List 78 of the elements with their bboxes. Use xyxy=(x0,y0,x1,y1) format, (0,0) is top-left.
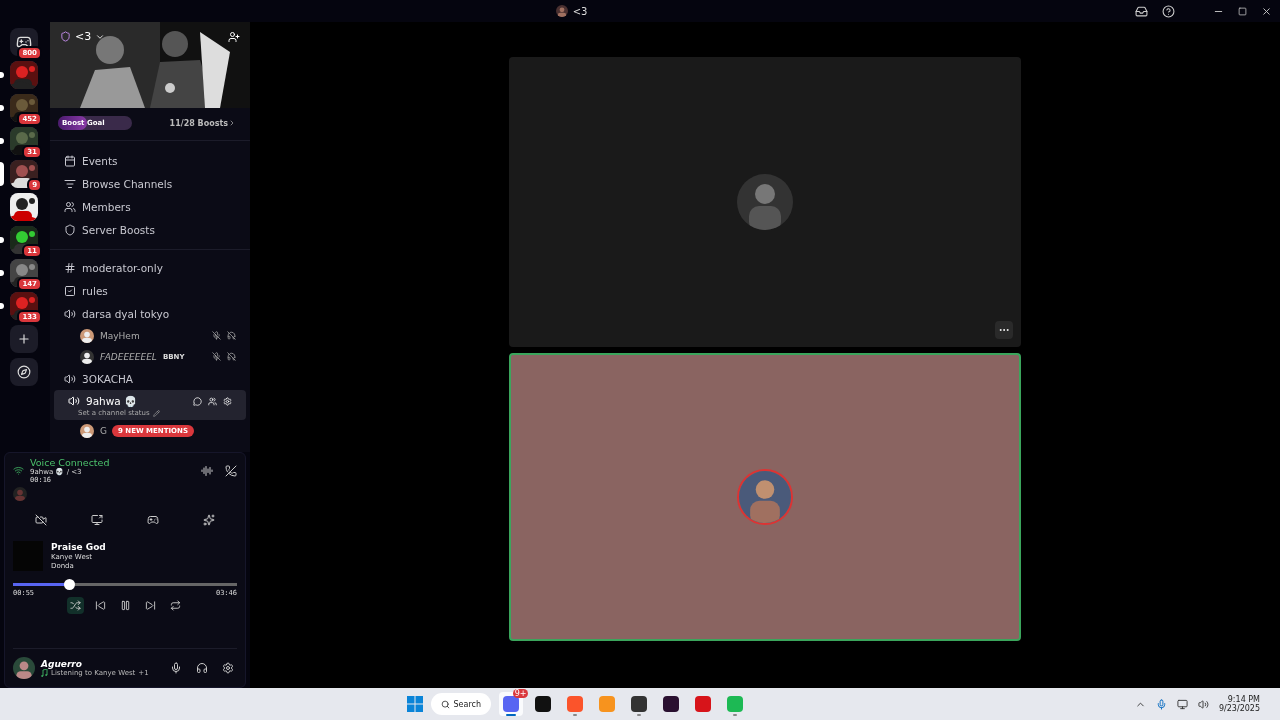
server-icon[interactable] xyxy=(10,160,38,188)
gamepad-icon xyxy=(147,514,159,526)
chevron-icon xyxy=(228,119,236,127)
signal-icon xyxy=(13,465,24,476)
screen-share-icon xyxy=(91,514,103,526)
menu-item[interactable]: Browse Channels xyxy=(54,172,246,195)
list-icon xyxy=(64,177,76,190)
channel-item[interactable]: moderator-only xyxy=(54,256,246,279)
help-icon[interactable] xyxy=(1162,4,1175,18)
menu-item[interactable]: Events xyxy=(54,149,246,172)
repeat-icon xyxy=(169,600,181,611)
speaker-icon xyxy=(64,372,76,385)
boost-count[interactable]: 11/28 Boosts xyxy=(169,118,228,128)
server-icon[interactable] xyxy=(10,193,38,221)
server-icon[interactable] xyxy=(10,226,38,254)
channel-item[interactable]: darsa dyal tokyo xyxy=(54,302,246,325)
song-title: Praise God xyxy=(51,542,106,552)
user-name: Aguerro xyxy=(41,659,83,669)
rules-icon xyxy=(64,284,76,297)
compass-icon xyxy=(17,365,31,379)
muted-icon xyxy=(212,331,221,340)
members-icon xyxy=(64,200,76,213)
speaker-icon xyxy=(64,307,76,320)
close-icon[interactable] xyxy=(1261,5,1272,17)
music-note-icon xyxy=(41,669,48,677)
window-title: <3 xyxy=(572,5,588,17)
more-button[interactable] xyxy=(995,321,1013,339)
voice-status: Voice Connected xyxy=(30,457,110,468)
search-icon xyxy=(441,699,451,709)
notification-badge: 9+ xyxy=(512,689,529,698)
voice-user-name[interactable]: MayHem xyxy=(100,330,140,341)
menu-item[interactable]: Server Boosts xyxy=(54,218,246,241)
deafened-icon xyxy=(227,331,236,340)
microphone-icon[interactable] xyxy=(1155,698,1167,710)
video-tile[interactable] xyxy=(509,353,1021,641)
muted-icon xyxy=(212,352,221,361)
server-icon[interactable] xyxy=(10,127,38,155)
windows-icon[interactable] xyxy=(407,696,424,712)
previous-icon xyxy=(94,600,106,611)
chat-icon[interactable] xyxy=(193,396,202,406)
clock-date[interactable]: 9/23/2025 xyxy=(1218,704,1260,713)
channel-item[interactable]: 3OKACHA xyxy=(54,367,246,390)
headphones-icon xyxy=(196,662,208,674)
pencil-icon xyxy=(152,409,160,417)
channel-item[interactable]: rules xyxy=(54,279,246,302)
deafened-icon xyxy=(227,352,236,361)
shuffle-icon xyxy=(69,600,81,611)
server-icon[interactable] xyxy=(10,358,38,386)
members-icon[interactable] xyxy=(208,396,217,406)
microphone-icon xyxy=(170,662,182,674)
inbox-icon[interactable] xyxy=(1135,4,1148,18)
network-icon[interactable] xyxy=(1176,698,1188,710)
pause-icon xyxy=(119,600,131,611)
settings-icon[interactable] xyxy=(223,396,232,406)
camera-off-icon xyxy=(35,514,47,526)
hash-icon xyxy=(64,261,76,274)
shuffle-button[interactable] xyxy=(66,597,84,614)
maximize-icon[interactable] xyxy=(1238,6,1247,16)
video-tile[interactable] xyxy=(509,57,1021,347)
menu-item[interactable]: Members xyxy=(54,195,246,218)
calendar-icon xyxy=(64,154,76,167)
boost-icon xyxy=(64,223,76,236)
voice-user-name[interactable]: FADEEEEEEL xyxy=(100,351,157,362)
speaker-icon xyxy=(68,395,80,407)
settings-icon xyxy=(222,662,234,674)
add-icon xyxy=(17,332,31,346)
disconnect-icon[interactable] xyxy=(225,464,237,477)
noise-icon[interactable] xyxy=(201,464,213,477)
voice-user-name[interactable]: G xyxy=(100,425,107,436)
next-icon xyxy=(144,600,156,611)
volume-icon[interactable] xyxy=(1197,698,1209,710)
clock-time[interactable]: 9:14 PM xyxy=(1227,695,1260,704)
search-field[interactable]: Search xyxy=(431,693,492,715)
search-placeholder: Search xyxy=(453,699,481,709)
invite-icon[interactable] xyxy=(228,30,240,43)
server-badge-icon xyxy=(60,31,71,42)
sparkle-icon xyxy=(203,514,215,526)
server-name[interactable]: <3 xyxy=(75,30,92,43)
